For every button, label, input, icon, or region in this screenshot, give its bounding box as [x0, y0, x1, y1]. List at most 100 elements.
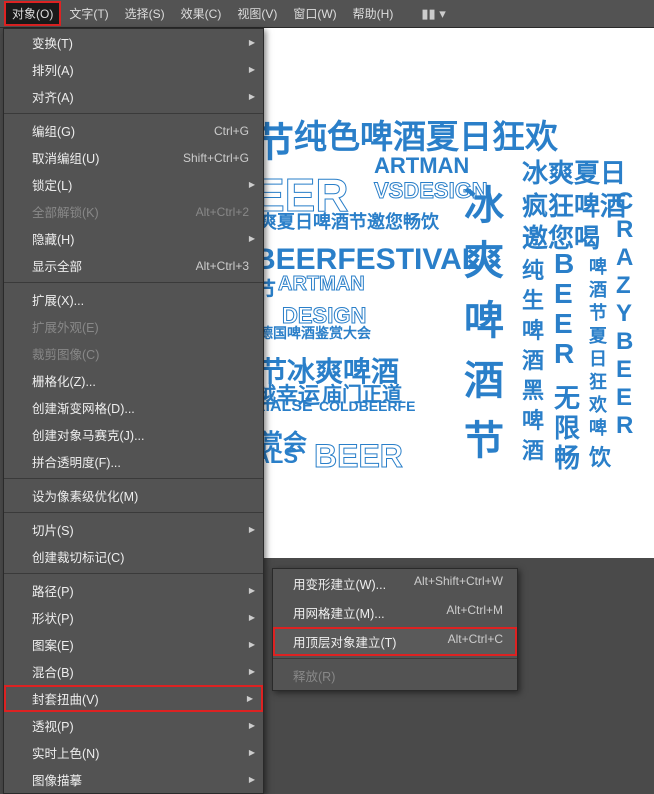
shortcut: Shift+Ctrl+G [183, 151, 249, 165]
artwork-text: R [616, 216, 633, 244]
menu-label: 图像描摹 [32, 770, 82, 789]
menu-object[interactable]: 对象(O) [4, 1, 61, 26]
menu-item[interactable]: 创建渐变网格(D)... [4, 394, 263, 421]
menu-item[interactable]: 拼合透明度(F)... [4, 448, 263, 475]
artwork-text: E [554, 278, 573, 310]
artwork-text: 啤 [589, 414, 607, 440]
menu-effect[interactable]: 效果(C) [173, 1, 230, 26]
artwork-text: 啤 [464, 288, 504, 346]
menu-label: 栅格化(Z)... [32, 371, 96, 390]
submenu-item[interactable]: 用变形建立(W)... Alt+Shift+Ctrl+W [273, 569, 517, 598]
artwork-text: 畅 [554, 438, 580, 475]
menu-item[interactable]: 实时上色(N) [4, 739, 263, 766]
layout-icon[interactable]: ▮▮ ▾ [421, 6, 445, 22]
artwork-text: 节 [464, 408, 504, 466]
artwork-text: 啤 [522, 403, 544, 435]
menu-item[interactable]: 路径(P) [4, 577, 263, 604]
artwork-text: 爽夏日啤酒节邀您畅饮 [264, 208, 439, 234]
menu-window[interactable]: 窗口(W) [285, 1, 344, 26]
artwork-text: ALS [264, 443, 298, 469]
menu-label: 编组(G) [32, 121, 75, 140]
menu-item[interactable]: 创建裁切标记(C) [4, 543, 263, 570]
menu-item[interactable]: 封套扭曲(V) [4, 685, 263, 712]
artwork-text: 纯 [522, 253, 544, 285]
menu-item[interactable]: 创建对象马赛克(J)... [4, 421, 263, 448]
artwork-text: 节 [264, 110, 294, 168]
artwork-text: E [616, 384, 632, 412]
menu-label: 实时上色(N) [32, 743, 99, 762]
shortcut: Alt+Shift+Ctrl+W [414, 574, 503, 593]
menu-item[interactable]: 栅格化(Z)... [4, 367, 263, 394]
artwork-text: 纯色啤酒夏日狂欢 [294, 110, 558, 158]
menu-text[interactable]: 文字(T) [61, 1, 116, 26]
artwork-text: 冰爽夏日 [522, 153, 626, 190]
menu-label: 图案(E) [32, 635, 74, 654]
menubar: 对象(O) 文字(T) 选择(S) 效果(C) 视图(V) 窗口(W) 帮助(H… [0, 0, 654, 28]
object-menu-dropdown: 变换(T)排列(A)对齐(A) 编组(G) Ctrl+G 取消编组(U) Shift+C… [3, 28, 264, 794]
shortcut: Alt+Ctrl+2 [196, 205, 249, 219]
menu-label: 混合(B) [32, 662, 74, 681]
menu-label: 用顶层对象建立(T) [293, 632, 396, 651]
menu-label: 封套扭曲(V) [32, 689, 99, 708]
menu-label: 取消编组(U) [32, 148, 99, 167]
artwork-text: R [616, 412, 633, 440]
shortcut: Alt+Ctrl+3 [196, 259, 249, 273]
menu-item[interactable]: 图像描摹 [4, 766, 263, 793]
artwork-text: 酒 [464, 348, 504, 406]
menu-item[interactable]: 混合(B) [4, 658, 263, 685]
menu-label: 创建渐变网格(D)... [32, 398, 135, 417]
menu-item[interactable]: 设为像素级优化(M) [4, 482, 263, 509]
artwork-text: Y [616, 300, 632, 328]
menu-item[interactable]: 对齐(A) [4, 83, 263, 110]
shortcut: Alt+Ctrl+M [446, 603, 503, 622]
menu-label: 显示全部 [32, 256, 82, 275]
artwork-text: E [616, 356, 632, 384]
envelope-distort-submenu: 用变形建立(W)... Alt+Shift+Ctrl+W 用网格建立(M)...Al… [272, 568, 518, 691]
menu-separator [4, 282, 263, 283]
menu-item[interactable]: 透视(P) [4, 712, 263, 739]
menu-item[interactable]: 排列(A) [4, 56, 263, 83]
menu-label: 全部解锁(K) [32, 202, 99, 221]
menu-help[interactable]: 帮助(H) [345, 1, 402, 26]
canvas[interactable]: 节纯色啤酒夏日狂欢EERARTMANVSDESIGN冰爽夏日疯狂啤酒爽夏日啤酒节… [264, 28, 654, 558]
submenu-item[interactable]: 用顶层对象建立(T)Alt+Ctrl+C [273, 627, 517, 656]
artwork-text: C [616, 188, 633, 216]
menu-item[interactable]: 显示全部 Alt+Ctrl+3 [4, 252, 263, 279]
menu-separator [4, 478, 263, 479]
menu-label: 路径(P) [32, 581, 74, 600]
menu-label: 创建裁切标记(C) [32, 547, 124, 566]
menu-item[interactable]: 扩展(X)... [4, 286, 263, 313]
menu-item[interactable]: 取消编组(U) Shift+Ctrl+G [4, 144, 263, 171]
menu-item[interactable]: 变换(T) [4, 29, 263, 56]
menu-label: 锁定(L) [32, 175, 72, 194]
menu-separator [4, 512, 263, 513]
artwork-text: R [554, 338, 574, 370]
menu-view[interactable]: 视图(V) [229, 1, 285, 26]
shortcut: Ctrl+G [214, 124, 249, 138]
submenu-item[interactable]: 用网格建立(M)...Alt+Ctrl+M [273, 598, 517, 627]
menu-item[interactable]: 切片(S) [4, 516, 263, 543]
menu-item: 扩展外观(E) [4, 313, 263, 340]
menu-item[interactable]: 形状(P) [4, 604, 263, 631]
menu-item[interactable]: 锁定(L) [4, 171, 263, 198]
artwork-text: Z [616, 272, 631, 300]
menu-label: 用变形建立(W)... [293, 574, 386, 593]
menu-separator [4, 573, 263, 574]
menu-item[interactable]: 隐藏(H) [4, 225, 263, 252]
artwork-text: ARTMAN [374, 153, 469, 179]
menu-select[interactable]: 选择(S) [117, 1, 173, 26]
menu-item[interactable]: 编组(G) Ctrl+G [4, 117, 263, 144]
artwork-text: 节 [264, 273, 276, 305]
artwork-text: 啤 [522, 313, 544, 345]
menu-label: 形状(P) [32, 608, 74, 627]
artwork-text: BEER [314, 438, 403, 475]
menu-label: 拼合透明度(F)... [32, 452, 121, 471]
menu-label: 释放(R) [293, 666, 335, 685]
artwork-text: RIALSE [264, 398, 313, 416]
artwork-text: 生 [522, 283, 544, 315]
menu-label: 隐藏(H) [32, 229, 74, 248]
menu-item[interactable]: 图案(E) [4, 631, 263, 658]
menu-label: 扩展(X)... [32, 290, 84, 309]
artwork-text: 黑 [522, 373, 544, 405]
artwork-text: 德国啤酒鉴赏大会 [264, 323, 371, 343]
